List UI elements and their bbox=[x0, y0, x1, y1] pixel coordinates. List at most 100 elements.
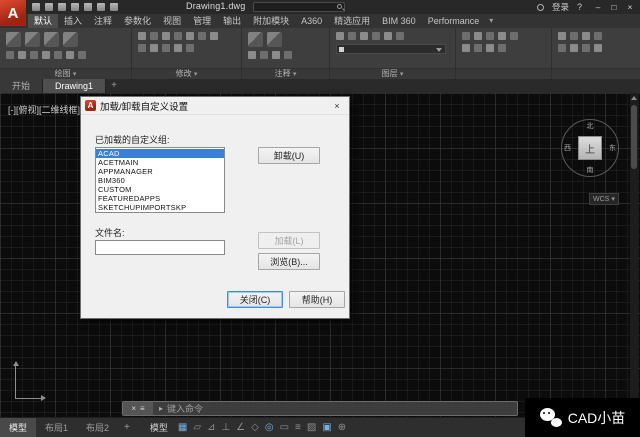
polar-tracking-icon[interactable]: ∠ bbox=[236, 418, 245, 437]
leader-tool-icon[interactable] bbox=[248, 51, 256, 59]
signin-button[interactable]: 登录 bbox=[552, 1, 569, 13]
ribbon-tab-manage[interactable]: 管理 bbox=[187, 14, 217, 28]
ribbon-tab-addins[interactable]: 附加模块 bbox=[247, 14, 295, 28]
ribbon-tool-icon[interactable] bbox=[474, 44, 482, 52]
viewport-controls[interactable]: [-][俯视][二维线框] bbox=[8, 103, 80, 116]
snap-icon[interactable]: ▱ bbox=[193, 418, 201, 437]
mirror-tool-icon[interactable] bbox=[150, 44, 158, 52]
ribbon-tool-icon[interactable] bbox=[186, 32, 194, 40]
cui-group-item[interactable]: SKETCHUPIMPORTSKP bbox=[96, 203, 224, 212]
new-drawing-tab-button[interactable]: + bbox=[106, 79, 122, 93]
viewcube-west-label[interactable]: 西 bbox=[564, 143, 571, 153]
command-prompt-text[interactable]: 键入命令 bbox=[167, 402, 203, 415]
ribbon-tool-icon[interactable] bbox=[210, 32, 218, 40]
circle-tool-icon[interactable] bbox=[44, 32, 59, 47]
ribbon-tab-output[interactable]: 输出 bbox=[217, 14, 247, 28]
panel-label-draw[interactable]: 绘图 ▾ bbox=[0, 68, 131, 79]
browse-button[interactable]: 浏览(B)... bbox=[258, 253, 320, 270]
ribbon-tab-performance[interactable]: Performance bbox=[422, 14, 486, 28]
cui-group-item[interactable]: CUSTOM bbox=[96, 185, 224, 194]
ribbon-tool-icon[interactable] bbox=[272, 51, 280, 59]
ribbon-tool-icon[interactable] bbox=[284, 51, 292, 59]
filename-input[interactable] bbox=[95, 240, 225, 255]
ribbon-tool-icon[interactable] bbox=[174, 32, 182, 40]
panel-label-layers[interactable]: 图层 ▾ bbox=[330, 68, 455, 79]
lineweight-icon[interactable]: ▭ bbox=[280, 418, 289, 437]
viewcube[interactable]: 北 南 西 东 上 bbox=[561, 119, 619, 177]
viewcube-top-face[interactable]: 上 bbox=[578, 136, 602, 160]
layer-off-icon[interactable] bbox=[348, 32, 356, 40]
ribbon-display-toggle-icon[interactable]: ▾ bbox=[489, 14, 493, 28]
layer-properties-icon[interactable] bbox=[336, 32, 344, 40]
infer-constraints-icon[interactable]: ⊿ bbox=[207, 418, 215, 437]
ribbon-tool-icon[interactable] bbox=[570, 44, 578, 52]
customization-groups-list[interactable]: ACAD ACETMAIN APPMANAGER BIM360 CUSTOM F… bbox=[95, 147, 225, 213]
polyline-tool-icon[interactable] bbox=[25, 32, 40, 47]
panel-label-annotation[interactable]: 注释 ▾ bbox=[242, 68, 329, 79]
ribbon-tool-icon[interactable] bbox=[558, 44, 566, 52]
ribbon-tool-icon[interactable] bbox=[30, 51, 38, 59]
ribbon-tool-icon[interactable] bbox=[582, 44, 590, 52]
application-menu-button[interactable]: A bbox=[0, 0, 26, 26]
scroll-up-icon[interactable] bbox=[631, 96, 637, 100]
viewcube-east-label[interactable]: 东 bbox=[609, 143, 616, 153]
ribbon-tool-icon[interactable] bbox=[42, 51, 50, 59]
ribbon-tool-icon[interactable] bbox=[174, 44, 182, 52]
viewcube-south-label[interactable]: 南 bbox=[587, 165, 594, 175]
close-icon[interactable]: × bbox=[131, 402, 136, 415]
ribbon-tool-icon[interactable] bbox=[198, 32, 206, 40]
ribbon-tool-icon[interactable] bbox=[486, 44, 494, 52]
cui-group-item[interactable]: FEATUREDAPPS bbox=[96, 194, 224, 203]
cui-group-item[interactable]: BIM360 bbox=[96, 176, 224, 185]
new-file-icon[interactable] bbox=[32, 3, 40, 11]
trim-tool-icon[interactable] bbox=[162, 32, 170, 40]
maximize-button[interactable]: □ bbox=[606, 0, 622, 14]
ribbon-tool-icon[interactable] bbox=[66, 51, 74, 59]
panel-label-properties[interactable] bbox=[552, 68, 640, 79]
transparency-icon[interactable]: ≡ bbox=[295, 418, 301, 437]
help-button[interactable]: 帮助(H) bbox=[289, 291, 345, 308]
wcs-selector[interactable]: WCS ▾ bbox=[589, 193, 619, 205]
table-tool-icon[interactable] bbox=[260, 51, 268, 59]
ribbon-tool-icon[interactable] bbox=[462, 44, 470, 52]
annotation-visibility-icon[interactable]: ▣ bbox=[322, 418, 331, 437]
isodraft-icon[interactable]: ◇ bbox=[251, 418, 259, 437]
close-button[interactable]: 关闭(C) bbox=[227, 291, 283, 308]
ribbon-tool-icon[interactable] bbox=[594, 32, 602, 40]
ribbon-tool-icon[interactable] bbox=[498, 32, 506, 40]
line-tool-icon[interactable] bbox=[6, 32, 21, 47]
file-tab-start[interactable]: 开始 bbox=[0, 79, 44, 93]
ribbon-tool-icon[interactable] bbox=[78, 51, 86, 59]
qat-menu-icon[interactable] bbox=[110, 3, 118, 11]
cui-group-item[interactable]: ACAD bbox=[96, 149, 224, 158]
ribbon-tool-icon[interactable] bbox=[6, 51, 14, 59]
help-icon[interactable]: ? bbox=[577, 2, 582, 12]
open-file-icon[interactable] bbox=[45, 3, 53, 11]
plot-icon[interactable] bbox=[71, 3, 79, 11]
ribbon-tool-icon[interactable] bbox=[186, 44, 194, 52]
ortho-icon[interactable]: ⊥ bbox=[221, 418, 230, 437]
workspace-switching-icon[interactable]: ⊕ bbox=[338, 418, 346, 437]
object-snap-icon[interactable]: ◎ bbox=[265, 418, 274, 437]
ribbon-tool-icon[interactable] bbox=[54, 51, 62, 59]
close-window-button[interactable]: × bbox=[622, 0, 638, 14]
layout-tab-model[interactable]: 模型 bbox=[0, 417, 37, 437]
command-line[interactable]: × ≡ ▸ 键入命令 bbox=[122, 401, 518, 416]
save-icon[interactable] bbox=[58, 3, 66, 11]
viewcube-north-label[interactable]: 北 bbox=[587, 121, 594, 131]
vertical-scrollbar[interactable] bbox=[630, 93, 638, 417]
ribbon-tab-insert[interactable]: 插入 bbox=[58, 14, 88, 28]
layout-tab-layout1[interactable]: 布局1 bbox=[36, 418, 77, 437]
create-block-icon[interactable] bbox=[474, 32, 482, 40]
minimize-button[interactable]: – bbox=[590, 0, 606, 14]
customize-icon[interactable]: ≡ bbox=[140, 402, 145, 415]
dimension-tool-icon[interactable] bbox=[267, 32, 282, 47]
undo-icon[interactable] bbox=[84, 3, 92, 11]
ribbon-tool-icon[interactable] bbox=[384, 32, 392, 40]
new-layout-button[interactable]: + bbox=[118, 422, 136, 433]
arc-tool-icon[interactable] bbox=[63, 32, 78, 47]
file-tab-drawing1[interactable]: Drawing1 bbox=[43, 79, 107, 93]
copy-tool-icon[interactable] bbox=[138, 44, 146, 52]
ribbon-tool-icon[interactable] bbox=[18, 51, 26, 59]
ribbon-tool-icon[interactable] bbox=[486, 32, 494, 40]
